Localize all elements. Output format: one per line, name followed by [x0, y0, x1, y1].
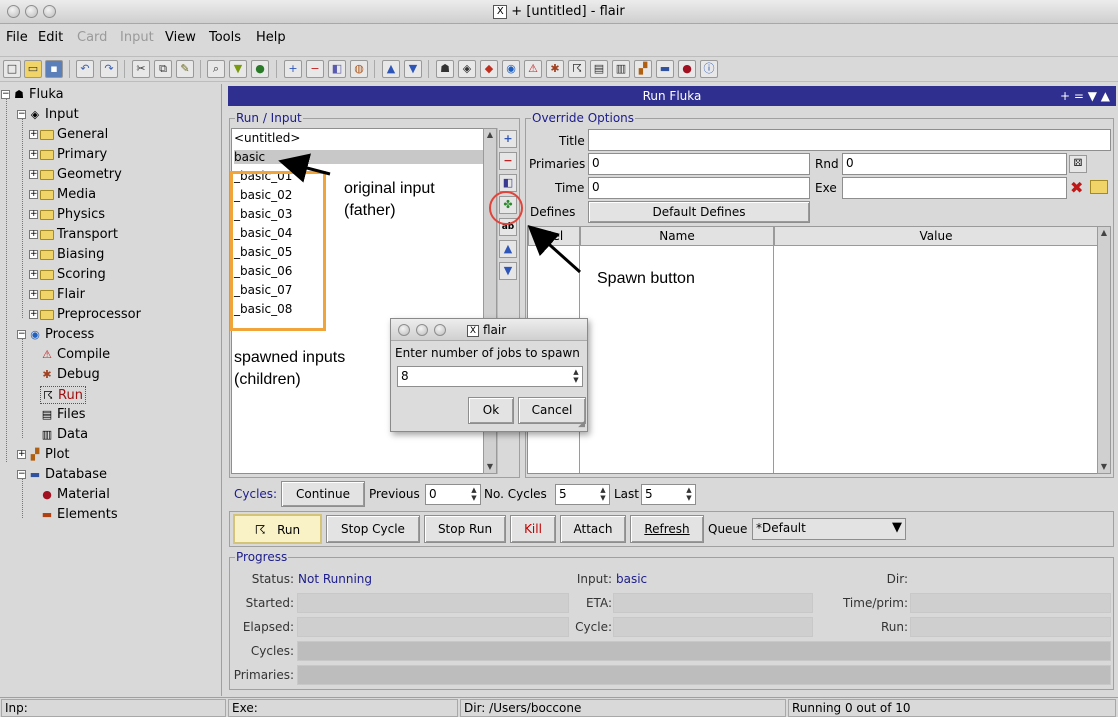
primaries-progress-label: Primaries: — [233, 668, 294, 682]
previous-label: Previous — [369, 487, 420, 501]
run-value — [910, 617, 1111, 637]
progress-label: Progress — [235, 550, 289, 564]
jobs-to-spawn-value: 8 — [401, 369, 409, 383]
spin-down-icon[interactable]: ▼ — [571, 376, 581, 384]
jobs-to-spawn-input[interactable]: 8 ▲ ▼ — [397, 366, 583, 387]
attach-button[interactable]: Attach — [560, 515, 626, 543]
previous-cycles-input[interactable]: 0 ▲ ▼ — [425, 484, 481, 505]
queue-select[interactable]: *Default ▼ — [752, 518, 906, 540]
dir-label: Dir: — [886, 572, 908, 586]
dialog-prompt: Enter number of jobs to spawn — [395, 346, 580, 360]
spin-up-icon[interactable]: ▲ — [469, 486, 479, 494]
status-dir: Dir: /Users/boccone — [460, 699, 786, 717]
dialog-title: flair — [483, 323, 507, 337]
dialog-close-button[interactable] — [398, 324, 410, 336]
elapsed-value — [297, 617, 569, 637]
cycle-value — [613, 617, 813, 637]
elapsed-label: Elapsed: — [242, 620, 294, 634]
started-value — [297, 593, 569, 613]
stop-cycle-button[interactable]: Stop Cycle — [326, 515, 420, 543]
resize-grip-icon[interactable]: ◢ — [578, 419, 585, 429]
annotation-spawn-button: Spawn button — [597, 270, 695, 287]
spin-up-icon[interactable]: ▲ — [598, 486, 608, 494]
eta-value — [613, 593, 813, 613]
refresh-button[interactable]: Refresh — [630, 515, 704, 543]
kill-button[interactable]: Kill — [510, 515, 556, 543]
run-icon: ☈ — [254, 523, 266, 537]
dialog-titlebar: Xflair — [391, 319, 587, 341]
started-label: Started: — [245, 596, 294, 610]
cycles-progress-bar — [297, 641, 1111, 661]
annotation-father: (father) — [344, 202, 396, 219]
cycles-label: Cycles: — [234, 487, 278, 501]
status-bar: Inp: Exe: Dir: /Users/boccone Running 0 … — [0, 697, 1118, 717]
no-cycles-label: No. Cycles — [484, 487, 547, 501]
cycle-label: Cycle: — [575, 620, 612, 634]
time-per-primary-value — [910, 593, 1111, 613]
arrow-to-original-input — [278, 153, 331, 183]
status-exe: Exe: — [228, 699, 458, 717]
status-running: Running 0 out of 10 — [788, 699, 1116, 717]
run-button[interactable]: ☈ Run — [233, 514, 322, 544]
arrow-to-spawn-button — [527, 224, 582, 274]
ok-button[interactable]: Ok — [468, 397, 514, 424]
no-cycles-input[interactable]: 5 ▲ ▼ — [555, 484, 610, 505]
stop-run-button[interactable]: Stop Run — [424, 515, 506, 543]
cycles-progress-label: Cycles: — [250, 644, 294, 658]
primaries-progress-bar — [297, 665, 1111, 685]
spin-down-icon[interactable]: ▼ — [684, 494, 694, 502]
x11-icon: X — [467, 324, 479, 337]
spin-up-icon[interactable]: ▲ — [571, 368, 581, 376]
spin-up-icon[interactable]: ▲ — [684, 486, 694, 494]
dialog-zoom-button[interactable] — [434, 324, 446, 336]
status-inp: Inp: — [1, 699, 226, 717]
cancel-button[interactable]: Cancel — [518, 397, 586, 424]
chevron-down-icon[interactable]: ▼ — [892, 519, 902, 537]
last-cycle-input[interactable]: 5 ▲ ▼ — [641, 484, 696, 505]
status-label: Status: — [251, 572, 294, 586]
status-value: Not Running — [298, 572, 373, 586]
input-value: basic — [616, 572, 648, 586]
run-label: Run: — [880, 620, 908, 634]
continue-button[interactable]: Continue — [281, 481, 365, 507]
last-label: Last — [614, 487, 639, 501]
spawn-dialog: Xflair Enter number of jobs to spawn 8 ▲… — [390, 318, 588, 432]
eta-label: ETA: — [585, 596, 612, 610]
time-per-primary-label: Time/prim: — [842, 596, 908, 610]
spin-down-icon[interactable]: ▼ — [469, 494, 479, 502]
annotation-original-input: original input — [344, 180, 435, 197]
annotation-spawned-inputs: spawned inputs — [234, 349, 346, 366]
queue-label: Queue — [708, 522, 748, 536]
annotation-children: (children) — [234, 371, 301, 388]
dialog-minimize-button[interactable] — [416, 324, 428, 336]
spin-down-icon[interactable]: ▼ — [598, 494, 608, 502]
input-label: Input: — [576, 572, 612, 586]
